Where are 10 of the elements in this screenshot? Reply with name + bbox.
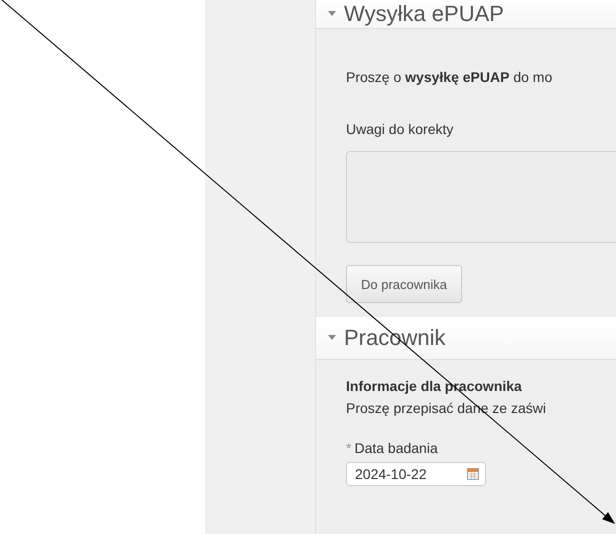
field-label: Data badania [354, 440, 438, 456]
send-button[interactable]: Do pracownika [346, 265, 462, 303]
message-text: Proszę o wysyłkę ePUAP do mo [346, 69, 552, 85]
required-mark: * [346, 440, 352, 456]
calendar-icon[interactable] [467, 468, 479, 480]
field-label: Uwagi do korekty [346, 121, 454, 137]
date-field[interactable]: 2024-10-22 [346, 462, 486, 486]
remarks-field[interactable] [346, 151, 616, 243]
section-header[interactable]: Wysyłka ePUAP [316, 0, 616, 29]
section-title: Wysyłka ePUAP [344, 1, 504, 27]
